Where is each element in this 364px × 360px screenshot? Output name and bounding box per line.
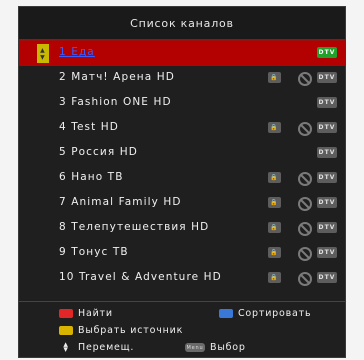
dtv-badge: DTV [317, 272, 337, 283]
lock-icon: 🔒 [268, 122, 281, 133]
channel-row-6[interactable]: 6 Нано ТВ 🔒 DTV [19, 166, 345, 191]
channel-row-10[interactable]: 10 Travel & Adventure HD 🔒 DTV [19, 266, 345, 291]
dtv-badge: DTV [317, 147, 337, 158]
source-hint[interactable]: Выбрать источник [59, 325, 183, 336]
dtv-badge: DTV [317, 97, 337, 108]
channel-row-4[interactable]: 4 Test HD 🔒 DTV [19, 116, 345, 141]
channel-list: ▲ ▼ 1 Еда DTV 2 Матч! Арена HD 🔒 DTV 3 Fa… [19, 41, 345, 291]
skip-icon [298, 222, 312, 236]
source-label: Выбрать источник [78, 325, 184, 336]
skip-icon [298, 122, 312, 136]
find-label: Найти [78, 308, 113, 319]
red-key-icon [59, 309, 73, 318]
skip-icon [298, 172, 312, 186]
channel-label: 7 Animal Family HD [59, 196, 182, 208]
lock-icon: 🔒 [268, 222, 281, 233]
dtv-badge: DTV [317, 197, 337, 208]
dtv-badge: DTV [317, 72, 337, 83]
sort-label: Сортировать [238, 308, 312, 319]
dtv-badge: DTV [317, 122, 337, 133]
dtv-badge: DTV [317, 172, 337, 183]
channel-label: 4 Test HD [59, 121, 119, 133]
move-label: Перемещ. [78, 342, 135, 353]
channel-label: 10 Travel & Adventure HD [59, 271, 222, 283]
lock-icon: 🔒 [268, 72, 281, 83]
select-label: Выбор [210, 342, 246, 353]
channel-row-7[interactable]: 7 Animal Family HD 🔒 DTV [19, 191, 345, 216]
channel-list-panel: Список каналов ▲ ▼ 1 Еда DTV 2 Матч! Арен… [18, 6, 346, 358]
lock-icon: 🔒 [268, 247, 281, 258]
menu-key-icon: Menu [185, 343, 205, 352]
skip-icon [298, 247, 312, 261]
channel-label: 3 Fashion ONE HD [59, 96, 172, 108]
page-title: Список каналов [19, 7, 345, 41]
skip-icon [298, 272, 312, 286]
channel-row-2[interactable]: 2 Матч! Арена HD 🔒 DTV [19, 66, 345, 91]
dtv-badge: DTV [317, 247, 337, 258]
find-hint[interactable]: Найти [59, 308, 113, 319]
skip-icon [298, 197, 312, 211]
blue-key-icon [219, 309, 233, 318]
channel-label: 6 Нано ТВ [59, 171, 124, 183]
channel-row-5[interactable]: 5 Россия HD DTV [19, 141, 345, 166]
sort-hint[interactable]: Сортировать [219, 308, 311, 319]
dtv-badge: DTV [317, 222, 337, 233]
select-hint: Menu Выбор [185, 342, 246, 353]
up-down-arrows-icon: ▴ ▾ [63, 339, 69, 355]
lock-icon: 🔒 [268, 272, 281, 283]
channel-label: 2 Матч! Арена HD [59, 71, 175, 83]
channel-label: 1 Еда [59, 46, 95, 58]
channel-label: 8 Телепутешествия HD [59, 221, 210, 233]
channel-label: 5 Россия HD [59, 146, 138, 158]
lock-icon: 🔒 [268, 172, 281, 183]
skip-icon [298, 72, 312, 86]
yellow-key-icon [59, 326, 73, 335]
up-down-icon: ▲ ▼ [37, 44, 49, 63]
dtv-badge: DTV [317, 47, 337, 58]
channel-label: 9 Тонус ТВ [59, 246, 129, 258]
channel-row-9[interactable]: 9 Тонус ТВ 🔒 DTV [19, 241, 345, 266]
move-hint: ▴ ▾ Перемещ. [59, 339, 135, 355]
key-hints-footer: Найти Сортировать Выбрать источник ▴ ▾ Пе… [19, 301, 345, 360]
channel-row-1[interactable]: ▲ ▼ 1 Еда DTV [19, 41, 345, 66]
channel-row-3[interactable]: 3 Fashion ONE HD DTV [19, 91, 345, 116]
channel-row-8[interactable]: 8 Телепутешествия HD 🔒 DTV [19, 216, 345, 241]
lock-icon: 🔒 [268, 197, 281, 208]
